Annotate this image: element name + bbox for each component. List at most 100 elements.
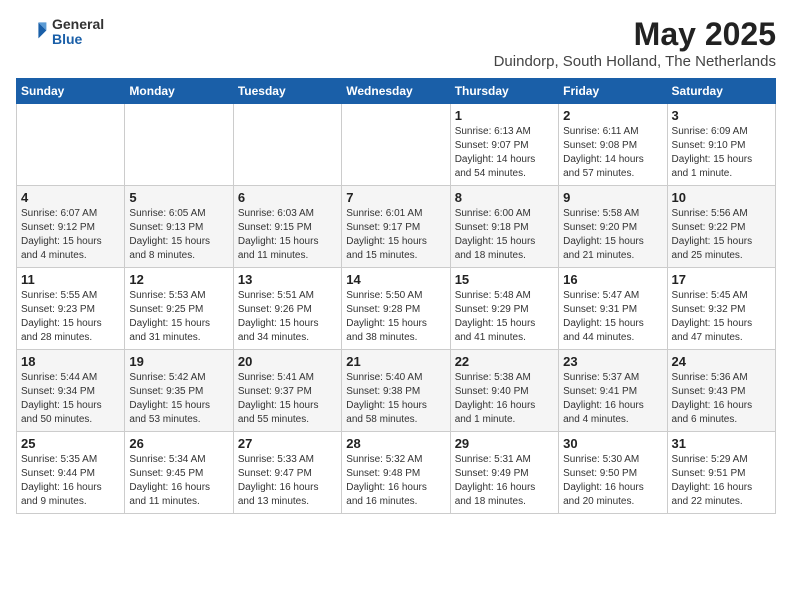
day-number: 1: [455, 108, 554, 123]
calendar-week-row: 11 Sunrise: 5:55 AM Sunset: 9:23 PM Dayli…: [17, 268, 776, 350]
calendar-table: SundayMondayTuesdayWednesdayThursdayFrid…: [16, 78, 776, 514]
day-info: Sunrise: 6:09 AM Sunset: 9:10 PM Dayligh…: [672, 125, 771, 181]
day-number: 16: [563, 272, 662, 287]
calendar-week-row: 4Sunrise: 6:07 AM Sunset: 9:12 PM Daylig…: [17, 186, 776, 268]
calendar-cell: 31 Sunrise: 5:29 AM Sunset: 9:51 PM Dayli…: [667, 432, 775, 514]
day-number: 29: [455, 436, 554, 451]
day-info: Sunrise: 5:45 AM Sunset: 9:32 PM Dayligh…: [672, 289, 771, 345]
day-number: 2: [563, 108, 662, 123]
day-info: Sunrise: 5:51 AM Sunset: 9:26 PM Dayligh…: [238, 289, 337, 345]
day-of-week-header: Saturday: [667, 79, 775, 104]
day-info: Sunrise: 5:48 AM Sunset: 9:29 PM Dayligh…: [455, 289, 554, 345]
day-info: Sunrise: 5:38 AM Sunset: 9:40 PM Dayligh…: [455, 371, 554, 427]
calendar-cell: 19 Sunrise: 5:42 AM Sunset: 9:35 PM Dayli…: [125, 350, 233, 432]
logo: General Blue: [16, 16, 104, 48]
day-of-week-header: Sunday: [17, 79, 125, 104]
logo-icon: [16, 16, 48, 48]
day-of-week-header: Friday: [559, 79, 667, 104]
day-number: 11: [21, 272, 120, 287]
calendar-cell: 17 Sunrise: 5:45 AM Sunset: 9:32 PM Dayli…: [667, 268, 775, 350]
calendar-cell: 8Sunrise: 6:00 AM Sunset: 9:18 PM Daylig…: [450, 186, 558, 268]
logo-blue: Blue: [52, 32, 104, 47]
calendar-week-row: 25Sunrise: 5:35 AM Sunset: 9:44 PM Dayli…: [17, 432, 776, 514]
day-number: 5: [129, 190, 228, 205]
day-number: 30: [563, 436, 662, 451]
calendar-cell: 20Sunrise: 5:41 AM Sunset: 9:37 PM Dayli…: [233, 350, 341, 432]
calendar-week-row: 1 Sunrise: 6:13 AM Sunset: 9:07 PM Daylig…: [17, 104, 776, 186]
day-number: 20: [238, 354, 337, 369]
day-info: Sunrise: 5:44 AM Sunset: 9:34 PM Dayligh…: [21, 371, 120, 427]
logo-general: General: [52, 17, 104, 32]
calendar-cell: 27Sunrise: 5:33 AM Sunset: 9:47 PM Dayli…: [233, 432, 341, 514]
day-info: Sunrise: 5:34 AM Sunset: 9:45 PM Dayligh…: [129, 453, 228, 509]
day-number: 26: [129, 436, 228, 451]
day-info: Sunrise: 6:13 AM Sunset: 9:07 PM Dayligh…: [455, 125, 554, 181]
calendar-cell: 13Sunrise: 5:51 AM Sunset: 9:26 PM Dayli…: [233, 268, 341, 350]
day-info: Sunrise: 5:37 AM Sunset: 9:41 PM Dayligh…: [563, 371, 662, 427]
day-number: 17: [672, 272, 771, 287]
day-info: Sunrise: 5:32 AM Sunset: 9:48 PM Dayligh…: [346, 453, 445, 509]
day-info: Sunrise: 5:56 AM Sunset: 9:22 PM Dayligh…: [672, 207, 771, 263]
day-number: 31: [672, 436, 771, 451]
calendar-cell: 5Sunrise: 6:05 AM Sunset: 9:13 PM Daylig…: [125, 186, 233, 268]
day-number: 7: [346, 190, 445, 205]
day-number: 12: [129, 272, 228, 287]
page-header: General Blue May 2025 Duindorp, South Ho…: [16, 16, 776, 70]
day-info: Sunrise: 5:47 AM Sunset: 9:31 PM Dayligh…: [563, 289, 662, 345]
calendar-cell: 6 Sunrise: 6:03 AM Sunset: 9:15 PM Daylig…: [233, 186, 341, 268]
day-info: Sunrise: 5:55 AM Sunset: 9:23 PM Dayligh…: [21, 289, 120, 345]
calendar-cell: 26 Sunrise: 5:34 AM Sunset: 9:45 PM Dayli…: [125, 432, 233, 514]
day-info: Sunrise: 5:30 AM Sunset: 9:50 PM Dayligh…: [563, 453, 662, 509]
location: Duindorp, South Holland, The Netherlands: [494, 53, 776, 70]
day-number: 24: [672, 354, 771, 369]
day-number: 19: [129, 354, 228, 369]
day-of-week-header: Tuesday: [233, 79, 341, 104]
day-number: 15: [455, 272, 554, 287]
calendar-cell: 15 Sunrise: 5:48 AM Sunset: 9:29 PM Dayli…: [450, 268, 558, 350]
day-info: Sunrise: 5:40 AM Sunset: 9:38 PM Dayligh…: [346, 371, 445, 427]
day-number: 10: [672, 190, 771, 205]
calendar-cell: 16 Sunrise: 5:47 AM Sunset: 9:31 PM Dayli…: [559, 268, 667, 350]
day-of-week-header: Monday: [125, 79, 233, 104]
calendar-cell: 10 Sunrise: 5:56 AM Sunset: 9:22 PM Dayli…: [667, 186, 775, 268]
day-of-week-header: Thursday: [450, 79, 558, 104]
day-number: 8: [455, 190, 554, 205]
day-info: Sunrise: 5:58 AM Sunset: 9:20 PM Dayligh…: [563, 207, 662, 263]
day-info: Sunrise: 5:31 AM Sunset: 9:49 PM Dayligh…: [455, 453, 554, 509]
day-info: Sunrise: 5:33 AM Sunset: 9:47 PM Dayligh…: [238, 453, 337, 509]
day-info: Sunrise: 6:11 AM Sunset: 9:08 PM Dayligh…: [563, 125, 662, 181]
day-number: 18: [21, 354, 120, 369]
title-block: May 2025 Duindorp, South Holland, The Ne…: [494, 16, 776, 70]
day-number: 4: [21, 190, 120, 205]
calendar-cell: 28 Sunrise: 5:32 AM Sunset: 9:48 PM Dayli…: [342, 432, 450, 514]
day-info: Sunrise: 5:29 AM Sunset: 9:51 PM Dayligh…: [672, 453, 771, 509]
calendar-cell: [342, 104, 450, 186]
calendar-cell: 2 Sunrise: 6:11 AM Sunset: 9:08 PM Daylig…: [559, 104, 667, 186]
day-info: Sunrise: 5:35 AM Sunset: 9:44 PM Dayligh…: [21, 453, 120, 509]
day-info: Sunrise: 6:03 AM Sunset: 9:15 PM Dayligh…: [238, 207, 337, 263]
month-title: May 2025: [494, 16, 776, 53]
calendar-cell: 3Sunrise: 6:09 AM Sunset: 9:10 PM Daylig…: [667, 104, 775, 186]
day-number: 21: [346, 354, 445, 369]
day-info: Sunrise: 5:50 AM Sunset: 9:28 PM Dayligh…: [346, 289, 445, 345]
day-number: 28: [346, 436, 445, 451]
day-info: Sunrise: 5:42 AM Sunset: 9:35 PM Dayligh…: [129, 371, 228, 427]
calendar-cell: 25Sunrise: 5:35 AM Sunset: 9:44 PM Dayli…: [17, 432, 125, 514]
day-info: Sunrise: 5:53 AM Sunset: 9:25 PM Dayligh…: [129, 289, 228, 345]
calendar-cell: 11 Sunrise: 5:55 AM Sunset: 9:23 PM Dayli…: [17, 268, 125, 350]
calendar-cell: 30 Sunrise: 5:30 AM Sunset: 9:50 PM Dayli…: [559, 432, 667, 514]
day-number: 22: [455, 354, 554, 369]
logo-text: General Blue: [52, 17, 104, 48]
calendar-cell: 21 Sunrise: 5:40 AM Sunset: 9:38 PM Dayli…: [342, 350, 450, 432]
calendar-week-row: 18 Sunrise: 5:44 AM Sunset: 9:34 PM Dayli…: [17, 350, 776, 432]
calendar-cell: 18 Sunrise: 5:44 AM Sunset: 9:34 PM Dayli…: [17, 350, 125, 432]
calendar-cell: 29 Sunrise: 5:31 AM Sunset: 9:49 PM Dayli…: [450, 432, 558, 514]
calendar-cell: [125, 104, 233, 186]
calendar-cell: 12 Sunrise: 5:53 AM Sunset: 9:25 PM Dayli…: [125, 268, 233, 350]
calendar-cell: [17, 104, 125, 186]
day-number: 14: [346, 272, 445, 287]
calendar-cell: [233, 104, 341, 186]
calendar-cell: 7Sunrise: 6:01 AM Sunset: 9:17 PM Daylig…: [342, 186, 450, 268]
day-number: 6: [238, 190, 337, 205]
calendar-cell: 9Sunrise: 5:58 AM Sunset: 9:20 PM Daylig…: [559, 186, 667, 268]
